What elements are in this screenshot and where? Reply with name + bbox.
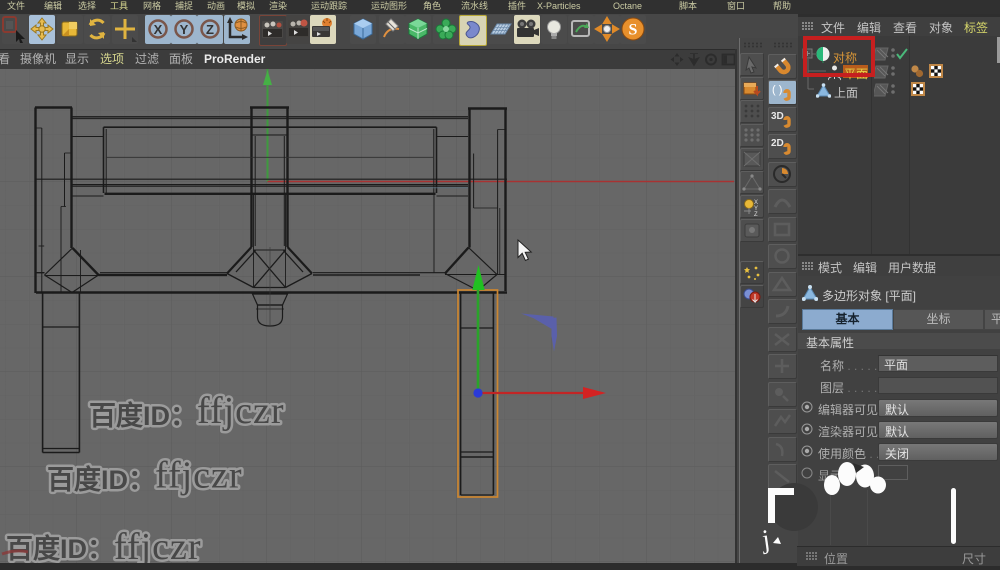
svg-text:Y: Y [180,22,189,37]
svg-text:Z: Z [754,212,758,217]
svg-text:百度ID：: 百度ID： [47,464,155,495]
svg-text:ffjczr: ffjczr [197,390,285,432]
svg-text:ffjczr: ffjczr [155,455,243,497]
svg-text:ffjczr: ffjczr [114,526,202,563]
svg-text:X: X [154,22,163,37]
svg-text:2D: 2D [771,138,784,149]
svg-text:S: S [629,22,638,39]
svg-text:j: j [759,524,772,555]
svg-text:3D: 3D [771,111,784,122]
svg-text:百度ID：: 百度ID： [6,533,114,563]
svg-text:Z: Z [206,22,214,37]
svg-text:( ): ( ) [772,84,782,96]
svg-text:百度ID：: 百度ID： [89,400,197,431]
